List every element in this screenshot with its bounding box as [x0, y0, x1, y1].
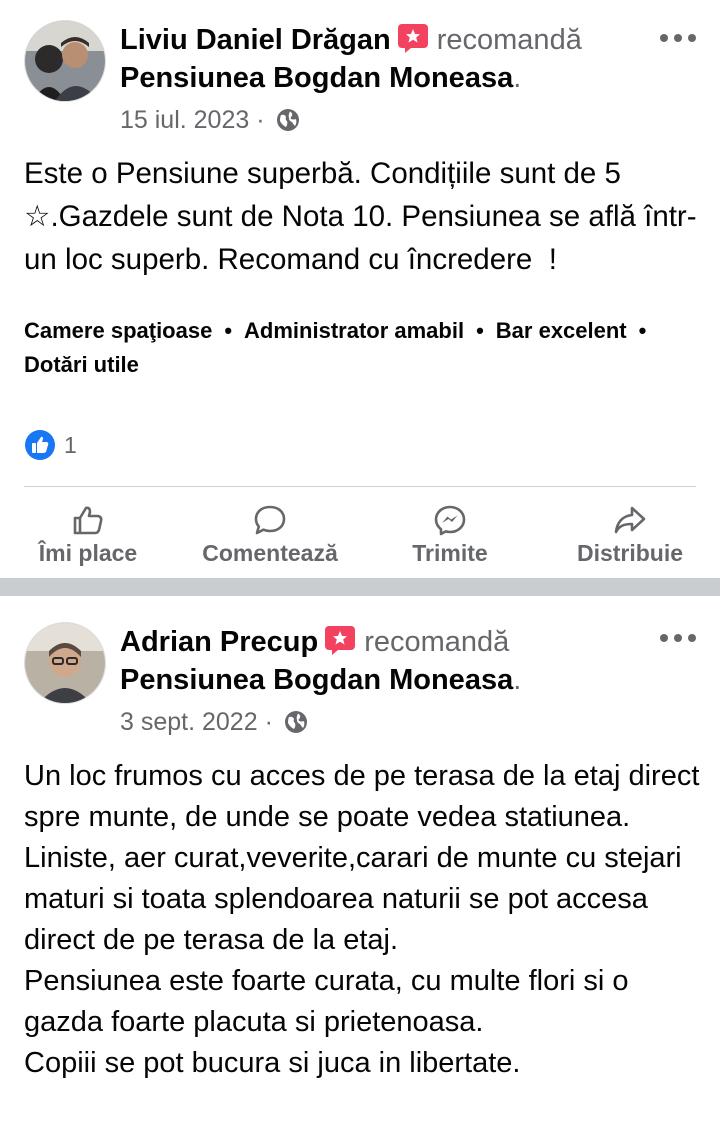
post-separator	[0, 578, 720, 596]
post-text: Este o Pensiune superbă. Condițiile sunt…	[24, 157, 697, 276]
comment-icon	[254, 505, 286, 535]
action-verb: recomandă	[436, 24, 582, 56]
avatar-photo	[25, 21, 105, 101]
like-button[interactable]: Îmi place	[28, 496, 148, 572]
post-text: Un loc frumos cu acces de pe terasa de l…	[24, 760, 700, 1079]
page-name[interactable]: Pensiunea Bogdan Moneasa	[120, 664, 513, 696]
share-label: Distribuie	[576, 540, 684, 566]
like-icon	[73, 506, 103, 535]
post-date[interactable]: 3 sept. 2022	[120, 708, 258, 736]
post-header-line: Adrian Precup recomandă	[120, 624, 509, 660]
share-button[interactable]: Distribuie	[566, 496, 694, 572]
divider	[24, 486, 696, 487]
avatar[interactable]	[24, 20, 106, 102]
more-options-icon[interactable]	[658, 26, 698, 50]
review-post-1: Liviu Daniel Drăgan recomandă Pensiunea …	[0, 0, 720, 578]
page-line: Pensiunea Bogdan Moneasa.	[120, 60, 521, 96]
send-label: Trimite	[412, 540, 488, 566]
tag-separator: •	[638, 318, 647, 343]
tag: Administrator amabil	[244, 318, 465, 343]
action-bar: Îmi place Comentează Trimite Distribuie	[0, 496, 720, 572]
period: .	[513, 664, 522, 696]
post-meta: 3 sept. 2022 ·	[120, 707, 308, 737]
author-name[interactable]: Liviu Daniel Drăgan	[120, 24, 391, 56]
tag: Dotări utile	[24, 352, 139, 377]
author-name[interactable]: Adrian Precup	[120, 626, 318, 658]
comment-button[interactable]: Comentează	[190, 496, 350, 572]
meta-separator: ·	[264, 708, 273, 736]
like-reaction-icon	[25, 430, 55, 460]
action-verb: recomandă	[364, 626, 510, 658]
reaction-count: 1	[64, 431, 77, 458]
like-label: Îmi place	[38, 540, 138, 566]
more-options-icon[interactable]	[658, 626, 698, 650]
share-icon	[614, 506, 646, 534]
tag-separator: •	[476, 318, 484, 343]
globe-icon	[284, 711, 307, 733]
avatar[interactable]	[24, 622, 106, 704]
post-date[interactable]: 15 iul. 2023	[120, 106, 249, 134]
messenger-icon	[434, 505, 466, 536]
post-meta: 15 iul. 2023 ·	[120, 105, 300, 135]
comment-label: Comentează	[202, 540, 338, 566]
recommend-badge-icon	[325, 626, 356, 655]
send-button[interactable]: Trimite	[392, 496, 508, 572]
page-name[interactable]: Pensiunea Bogdan Moneasa	[120, 62, 513, 94]
meta-separator: ·	[256, 106, 265, 134]
reaction-summary[interactable]: 1	[24, 428, 77, 462]
recommend-badge-icon	[397, 24, 428, 53]
tag-list: Camere spaţioase • Administrator amabil • Ba…	[24, 314, 704, 382]
tag: Camere spaţioase	[24, 318, 213, 343]
globe-icon	[276, 109, 299, 131]
review-post-2: Adrian Precup recomandă Pensiunea Bogdan…	[0, 596, 720, 1140]
tag: Bar excelent	[495, 318, 627, 343]
avatar-photo	[25, 623, 105, 703]
page-line: Pensiunea Bogdan Moneasa.	[120, 662, 521, 698]
tag-separator: •	[224, 318, 233, 343]
period: .	[513, 62, 522, 94]
post-header-line: Liviu Daniel Drăgan recomandă	[120, 22, 582, 58]
